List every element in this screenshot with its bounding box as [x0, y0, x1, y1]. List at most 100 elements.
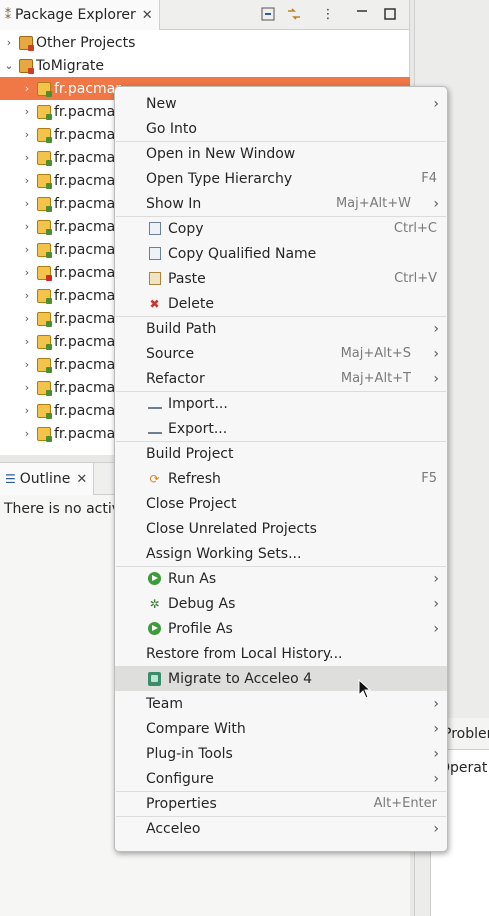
- tab-package-explorer[interactable]: ⁑ Package Explorer ✕: [0, 0, 160, 30]
- profile-icon: [147, 621, 162, 636]
- package-explorer-tabbar: ⁑ Package Explorer ✕ ⋮: [0, 0, 409, 30]
- tab-label: Problen: [443, 725, 489, 742]
- chevron-right-icon[interactable]: ›: [20, 243, 34, 256]
- menu-item-new[interactable]: New ›: [115, 91, 447, 116]
- maximize-icon[interactable]: [382, 6, 398, 22]
- view-menu-icon[interactable]: ⋮: [320, 6, 336, 22]
- menu-item-acceleo[interactable]: Acceleo ›: [115, 816, 447, 841]
- working-set-row[interactable]: › Other Projects: [0, 31, 410, 54]
- menu-item-run-as[interactable]: Run As ›: [115, 566, 447, 591]
- menu-item-label: Restore from Local History...: [146, 645, 343, 662]
- menu-item-shortcut: F4: [421, 171, 437, 186]
- context-menu: New › Go Into Open in New Window Open Type H…: [114, 86, 448, 852]
- menu-item-label: Run As: [168, 570, 217, 587]
- menu-item-copy-qualified-name[interactable]: Copy Qualified Name: [115, 241, 447, 266]
- tab-outline[interactable]: ☰ Outline ✕: [0, 463, 95, 495]
- chevron-right-icon[interactable]: ›: [20, 427, 34, 440]
- menu-item-open-type-hierarchy[interactable]: Open Type Hierarchy F4: [115, 166, 447, 191]
- menu-item-label: Go Into: [146, 120, 197, 137]
- chevron-right-icon[interactable]: ›: [20, 335, 34, 348]
- submenu-arrow-icon: ›: [433, 570, 439, 587]
- menu-item-label: Plug-in Tools: [146, 745, 233, 762]
- menu-item-source[interactable]: Source Maj+Alt+S ›: [115, 341, 447, 366]
- chevron-right-icon[interactable]: ›: [20, 312, 34, 325]
- menu-item-restore-from-local-history[interactable]: Restore from Local History...: [115, 641, 447, 666]
- collapse-all-icon[interactable]: [260, 6, 276, 22]
- minimize-icon[interactable]: [354, 6, 370, 22]
- close-icon[interactable]: ✕: [142, 8, 153, 23]
- menu-item-delete[interactable]: ✖ Delete: [115, 291, 447, 316]
- menu-item-plug-in-tools[interactable]: Plug-in Tools ›: [115, 741, 447, 766]
- menu-item-shortcut: Ctrl+V: [394, 271, 437, 286]
- working-set-row[interactable]: ⌄ ToMigrate: [0, 54, 410, 77]
- menu-item-label: Import...: [168, 395, 228, 412]
- chevron-right-icon[interactable]: ›: [20, 128, 34, 141]
- working-set-icon: [19, 35, 34, 51]
- chevron-right-icon[interactable]: ›: [20, 197, 34, 210]
- menu-item-properties[interactable]: Properties Alt+Enter: [115, 791, 447, 816]
- menu-item-label: Debug As: [168, 595, 236, 612]
- import-icon: [147, 396, 162, 411]
- menu-item-team[interactable]: Team ›: [115, 691, 447, 716]
- refresh-icon: ⟳: [149, 471, 160, 486]
- menu-item-profile-as[interactable]: Profile As ›: [115, 616, 447, 641]
- run-icon: [147, 571, 162, 586]
- menu-item-show-in[interactable]: Show In Maj+Alt+W ›: [115, 191, 447, 216]
- tree-item-label: ToMigrate: [36, 57, 105, 74]
- chevron-right-icon[interactable]: ›: [2, 36, 16, 49]
- menu-item-close-unrelated-projects[interactable]: Close Unrelated Projects: [115, 516, 447, 541]
- chevron-right-icon[interactable]: ›: [20, 289, 34, 302]
- working-set-icon: [19, 58, 34, 74]
- menu-item-label: Copy Qualified Name: [168, 245, 317, 262]
- menu-item-build-path[interactable]: Build Path ›: [115, 316, 447, 341]
- chevron-right-icon[interactable]: ›: [20, 266, 34, 279]
- menu-item-debug-as[interactable]: ✲ Debug As ›: [115, 591, 447, 616]
- menu-item-label: Team: [146, 695, 184, 712]
- menu-item-go-into[interactable]: Go Into: [115, 116, 447, 141]
- menu-item-copy[interactable]: Copy Ctrl+C: [115, 216, 447, 241]
- chevron-right-icon[interactable]: ›: [20, 151, 34, 164]
- project-icon: [37, 357, 52, 373]
- tree-item-label: Other Projects: [36, 34, 136, 51]
- chevron-right-icon[interactable]: ›: [20, 105, 34, 118]
- chevron-right-icon[interactable]: ›: [20, 82, 34, 95]
- chevron-right-icon[interactable]: ›: [20, 358, 34, 371]
- chevron-down-icon[interactable]: ⌄: [2, 59, 16, 72]
- project-icon: [37, 311, 52, 327]
- menu-item-label: Close Project: [146, 495, 237, 512]
- export-icon: [147, 421, 162, 436]
- project-icon: [37, 403, 52, 419]
- menu-item-configure[interactable]: Configure ›: [115, 766, 447, 791]
- menu-item-import[interactable]: Import...: [115, 391, 447, 416]
- delete-icon: ✖: [149, 296, 160, 311]
- menu-item-refresh[interactable]: ⟳ Refresh F5: [115, 466, 447, 491]
- menu-item-paste[interactable]: Paste Ctrl+V: [115, 266, 447, 291]
- menu-item-refactor[interactable]: Refactor Maj+Alt+T ›: [115, 366, 447, 391]
- menu-item-label: Export...: [168, 420, 228, 437]
- chevron-right-icon[interactable]: ›: [20, 404, 34, 417]
- project-icon: [37, 334, 52, 350]
- chevron-right-icon[interactable]: ›: [20, 174, 34, 187]
- submenu-arrow-icon: ›: [433, 345, 439, 362]
- menu-item-build-project[interactable]: Build Project: [115, 441, 447, 466]
- chevron-right-icon[interactable]: ›: [20, 381, 34, 394]
- menu-item-label: Source: [146, 345, 195, 362]
- project-icon: [37, 242, 52, 258]
- submenu-arrow-icon: ›: [433, 720, 439, 737]
- menu-item-close-project[interactable]: Close Project: [115, 491, 447, 516]
- copy-icon: [147, 221, 162, 236]
- submenu-arrow-icon: ›: [433, 770, 439, 787]
- submenu-arrow-icon: ›: [433, 370, 439, 387]
- link-with-editor-icon[interactable]: [286, 6, 302, 22]
- close-icon[interactable]: ✕: [76, 472, 87, 487]
- copy-qualified-icon: [147, 246, 162, 261]
- menu-item-compare-with[interactable]: Compare With ›: [115, 716, 447, 741]
- migrate-icon: [147, 671, 162, 686]
- project-icon: [37, 380, 52, 396]
- menu-item-assign-working-sets[interactable]: Assign Working Sets...: [115, 541, 447, 566]
- menu-item-export[interactable]: Export...: [115, 416, 447, 441]
- menu-item-label: Copy: [168, 220, 204, 237]
- menu-item-open-in-new-window[interactable]: Open in New Window: [115, 141, 447, 166]
- chevron-right-icon[interactable]: ›: [20, 220, 34, 233]
- menu-item-migrate-to-acceleo-4[interactable]: Migrate to Acceleo 4: [115, 666, 447, 691]
